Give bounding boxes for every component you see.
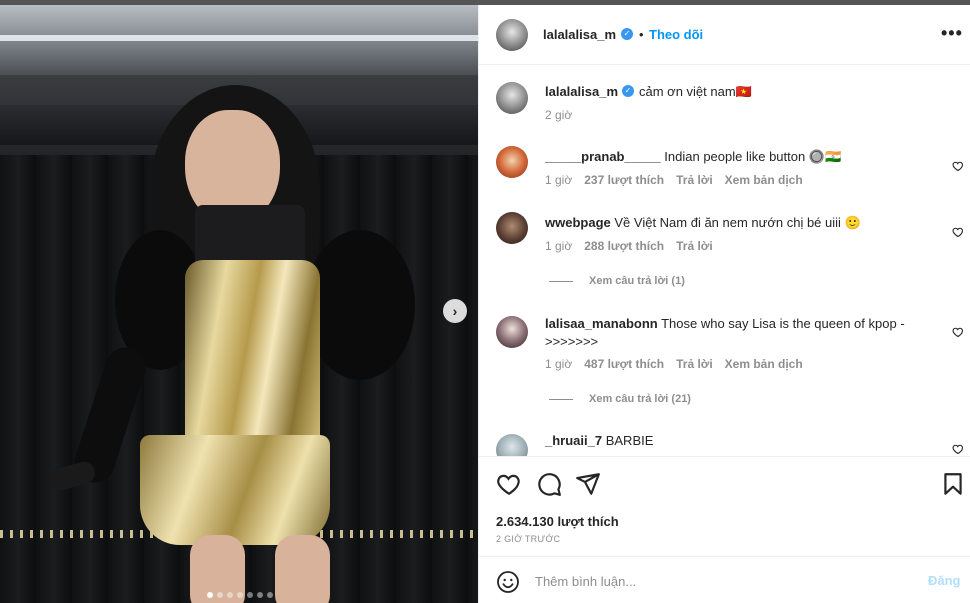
comment-icon[interactable] bbox=[536, 471, 562, 497]
follow-separator: • bbox=[639, 27, 644, 42]
caption-username[interactable]: lalalalisa_m bbox=[545, 84, 618, 99]
carousel-dot bbox=[257, 592, 263, 598]
avatar[interactable] bbox=[496, 19, 528, 51]
heart-icon[interactable] bbox=[952, 160, 964, 172]
chevron-right-icon: › bbox=[452, 303, 458, 319]
carousel-dot bbox=[207, 592, 213, 598]
post-actions: 2.634.130 lượt thích 2 GIỜ TRƯỚC bbox=[479, 456, 970, 556]
reply-button[interactable]: Trả lời bbox=[676, 239, 713, 253]
comment-meta: 1 giờ 288 lượt thích Trả lời bbox=[545, 239, 713, 253]
heart-icon[interactable] bbox=[496, 471, 522, 497]
post-photo[interactable]: › bbox=[0, 5, 478, 603]
post-time: 2 GIỜ TRƯỚC bbox=[496, 534, 561, 544]
reply-button[interactable]: Trả lời bbox=[676, 173, 713, 187]
comment-input[interactable] bbox=[535, 570, 915, 592]
comment-likes[interactable]: 487 lượt thích bbox=[584, 357, 664, 371]
reply-button[interactable]: Trả lời bbox=[676, 357, 713, 371]
carousel-dot bbox=[247, 592, 253, 598]
verified-badge-icon: ✓ bbox=[621, 28, 633, 40]
avatar[interactable] bbox=[496, 434, 528, 456]
carousel-dot bbox=[237, 592, 243, 598]
heart-icon[interactable] bbox=[952, 226, 964, 238]
heart-icon[interactable] bbox=[952, 443, 964, 455]
comment-text: lalisaa_manabonn Those who say Lisa is t… bbox=[545, 316, 905, 331]
carousel-dot bbox=[217, 592, 223, 598]
comment-meta: 1 giờ 237 lượt thích Trả lời Xem bản dịc… bbox=[545, 173, 803, 187]
post-header: lalalalisa_m ✓ • Theo dõi ••• bbox=[479, 5, 970, 65]
leg-right bbox=[275, 535, 330, 603]
translate-button[interactable]: Xem bản dịch bbox=[725, 173, 803, 187]
caption-text: cảm ơn việt nam🇻🇳 bbox=[639, 84, 752, 99]
carousel-dots bbox=[207, 592, 273, 598]
follow-button[interactable]: Theo dõi bbox=[649, 27, 703, 42]
performer-figure bbox=[47, 65, 415, 603]
comment-text: _____pranab_____ Indian people like butt… bbox=[545, 149, 842, 164]
avatar[interactable] bbox=[496, 146, 528, 178]
share-icon[interactable] bbox=[575, 471, 601, 497]
comment-username[interactable]: _____pranab_____ bbox=[545, 149, 661, 164]
caption-time: 2 giờ bbox=[545, 108, 573, 122]
comments-list[interactable]: lalalalisa_m ✓ cảm ơn việt nam🇻🇳 2 giờ _… bbox=[479, 66, 970, 456]
gold-corset bbox=[185, 260, 320, 460]
bookmark-icon[interactable] bbox=[940, 471, 966, 497]
post-comment-button[interactable]: Đăng bbox=[928, 573, 961, 588]
comment-text: _hruaii_7 BARBIE bbox=[545, 433, 654, 448]
comment-likes[interactable]: 288 lượt thích bbox=[584, 239, 664, 253]
comment-composer: Đăng bbox=[479, 556, 970, 603]
author-username[interactable]: lalalalisa_m bbox=[543, 27, 616, 42]
verified-badge-icon: ✓ bbox=[622, 85, 634, 97]
comment-username[interactable]: wwebpage bbox=[545, 215, 611, 230]
comment-username[interactable]: lalisaa_manabonn bbox=[545, 316, 658, 331]
next-photo-button[interactable]: › bbox=[443, 299, 467, 323]
view-replies-button[interactable]: Xem câu trả lời (21) bbox=[549, 393, 691, 405]
comment-likes[interactable]: 237 lượt thích bbox=[584, 173, 664, 187]
comment-text-continued: >>>>>>> bbox=[545, 334, 599, 349]
heart-icon[interactable] bbox=[952, 326, 964, 338]
fur-sleeve-right bbox=[305, 230, 415, 380]
gold-skirt bbox=[140, 435, 330, 545]
comment-text: wwebpage Về Việt Nam đi ăn nem nướn chị … bbox=[545, 215, 861, 230]
emoji-icon[interactable] bbox=[496, 570, 520, 594]
comment-username[interactable]: _hruaii_7 bbox=[545, 433, 602, 448]
caption: lalalalisa_m bbox=[545, 84, 618, 99]
caption-meta: 2 giờ bbox=[545, 108, 572, 122]
post-panel: lalalalisa_m ✓ • Theo dõi ••• lalalalisa… bbox=[478, 5, 970, 603]
more-options-icon[interactable]: ••• bbox=[941, 23, 963, 44]
like-count[interactable]: 2.634.130 lượt thích bbox=[496, 514, 619, 529]
translate-button[interactable]: Xem bản dịch bbox=[725, 357, 803, 371]
avatar[interactable] bbox=[496, 82, 528, 114]
avatar[interactable] bbox=[496, 212, 528, 244]
comment-meta: 1 giờ 487 lượt thích Trả lời Xem bản dịc… bbox=[545, 357, 803, 371]
view-replies-button[interactable]: Xem câu trả lời (1) bbox=[549, 275, 685, 287]
carousel-dot bbox=[267, 592, 273, 598]
carousel-dot bbox=[227, 592, 233, 598]
avatar[interactable] bbox=[496, 316, 528, 348]
